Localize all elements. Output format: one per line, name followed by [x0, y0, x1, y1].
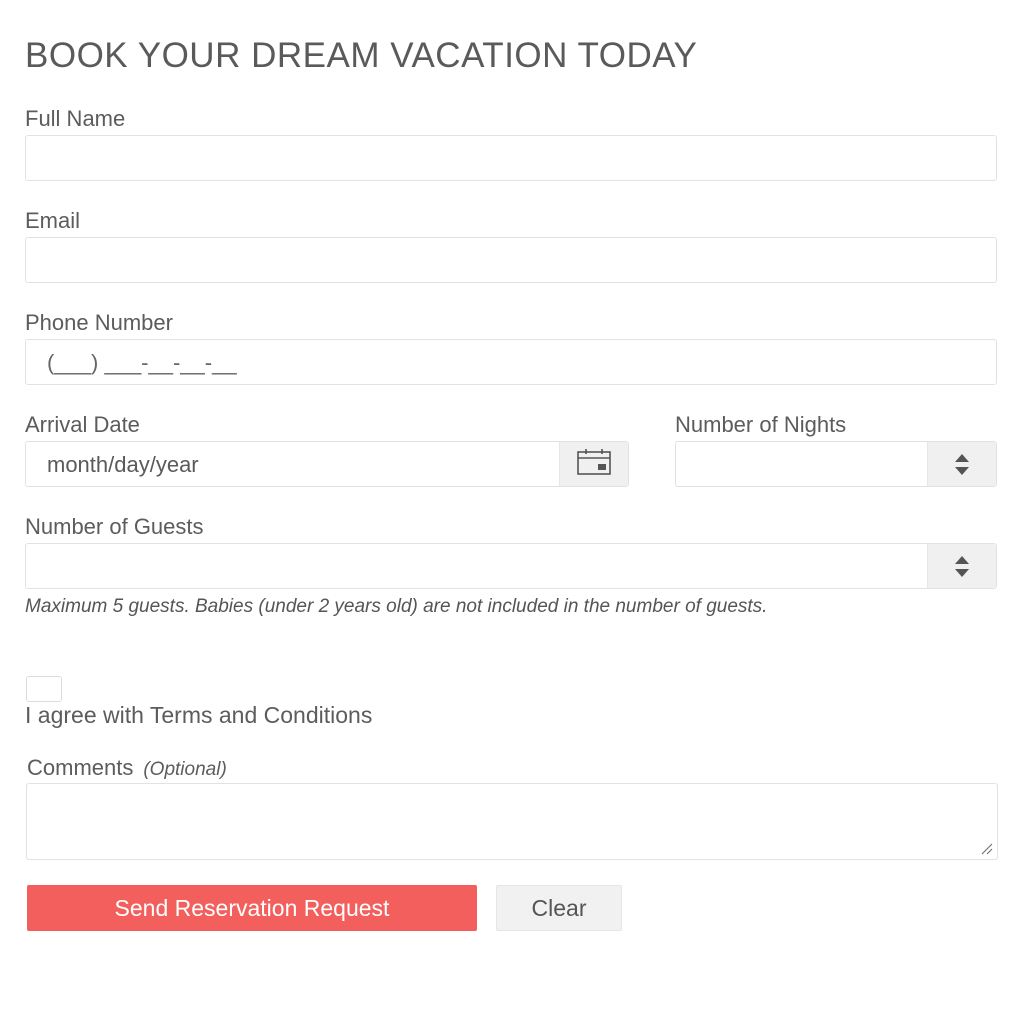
- arrow-up-icon: [955, 555, 969, 564]
- nights-spinner[interactable]: [927, 442, 996, 486]
- nights-label: Number of Nights: [675, 412, 847, 437]
- arrival-date-label: Arrival Date: [25, 412, 140, 437]
- phone-label: Phone Number: [25, 310, 173, 335]
- terms-label: I agree with Terms and Conditions: [25, 702, 373, 728]
- terms-checkbox[interactable]: [26, 676, 62, 702]
- guests-input[interactable]: [25, 543, 997, 589]
- calendar-button[interactable]: [559, 442, 628, 486]
- arrival-date-placeholder: month/day/year: [47, 452, 199, 477]
- clear-button[interactable]: Clear: [496, 885, 622, 931]
- guests-help-text: Maximum 5 guests. Babies (under 2 years …: [25, 596, 768, 617]
- spinner-arrows-icon: [955, 453, 969, 475]
- page-title: BOOK YOUR DREAM VACATION TODAY: [25, 36, 698, 75]
- guests-label: Number of Guests: [25, 514, 204, 539]
- phone-mask: (___) ___-__-__-__: [47, 350, 237, 375]
- comments-label-row: Comments (Optional): [27, 755, 227, 781]
- guests-spinner[interactable]: [927, 544, 996, 588]
- arrow-down-icon: [955, 466, 969, 475]
- full-name-input[interactable]: [25, 135, 997, 181]
- full-name-label: Full Name: [25, 106, 126, 131]
- arrow-down-icon: [955, 568, 969, 577]
- comments-label: Comments: [27, 755, 134, 780]
- comments-textarea[interactable]: [26, 783, 998, 860]
- email-input[interactable]: [25, 237, 997, 283]
- calendar-icon: [577, 448, 611, 480]
- resize-handle-icon[interactable]: [979, 841, 993, 855]
- nights-input[interactable]: [675, 441, 997, 487]
- arrow-up-icon: [955, 453, 969, 462]
- booking-page: BOOK YOUR DREAM VACATION TODAY Full Name…: [0, 0, 1024, 1024]
- comments-optional-note: (Optional): [143, 759, 227, 780]
- arrival-date-input[interactable]: month/day/year: [25, 441, 629, 487]
- phone-input[interactable]: (___) ___-__-__-__: [25, 339, 997, 385]
- email-label: Email: [25, 208, 81, 233]
- send-reservation-button[interactable]: Send Reservation Request: [27, 885, 477, 931]
- spinner-arrows-icon: [955, 555, 969, 577]
